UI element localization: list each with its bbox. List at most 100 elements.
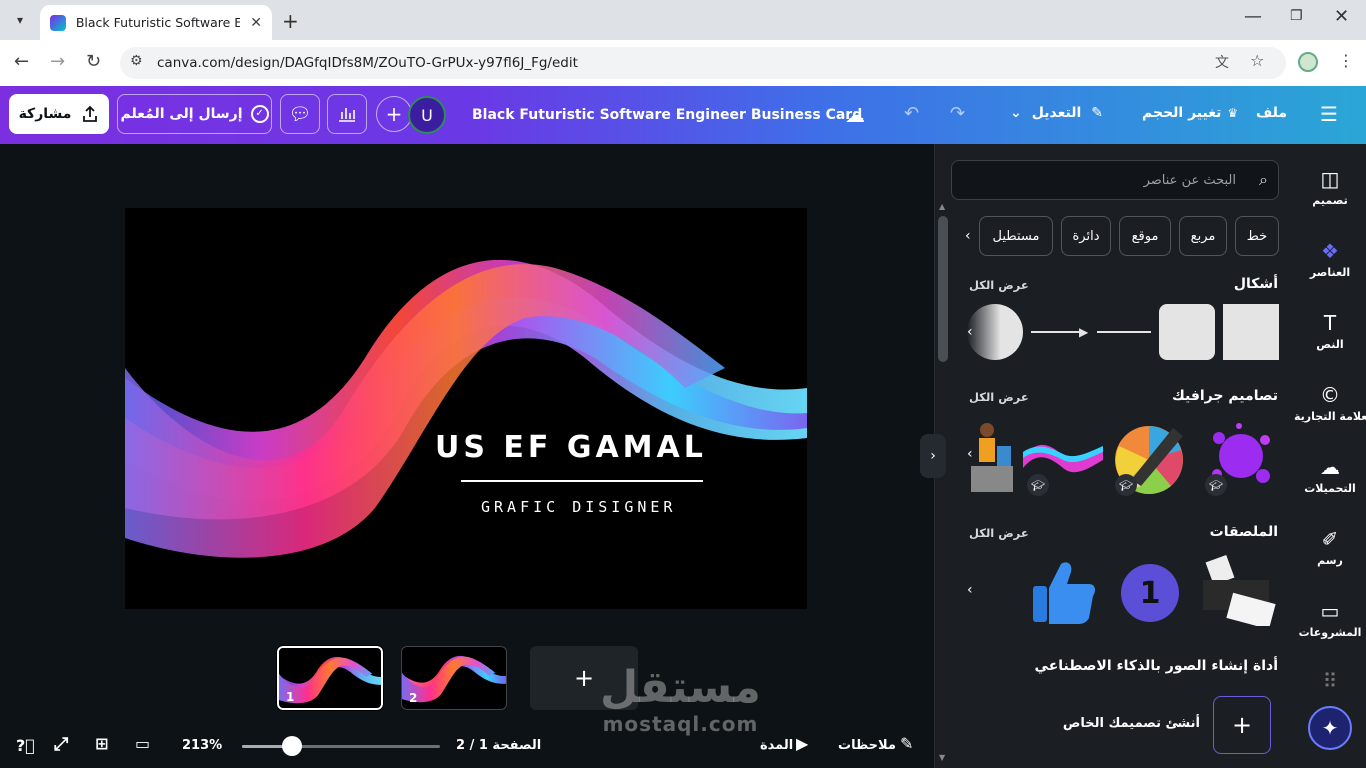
extension-icon[interactable] <box>1298 52 1318 72</box>
browser-menu-icon[interactable]: ⋮ <box>1338 51 1354 70</box>
add-collaborator-button[interactable]: + <box>376 96 412 132</box>
browser-tabstrip: ▾ Black Futuristic Software Engine ✕ + —… <box>0 0 1366 40</box>
rail-item-text[interactable]: T النص <box>1294 310 1366 351</box>
page-indicator[interactable]: الصفحة 1 / 2 <box>456 738 541 753</box>
magic-sparkle-button[interactable]: ✦ <box>1308 706 1352 750</box>
minimize-icon[interactable]: — <box>1244 6 1262 27</box>
shape-rounded-square[interactable] <box>1159 304 1215 360</box>
design-title[interactable]: Black Futuristic Software Engineer Busin… <box>472 107 862 123</box>
reload-icon[interactable]: ↻ <box>86 51 101 72</box>
bookmark-star-icon[interactable]: ☆ <box>1250 51 1264 70</box>
redo-icon[interactable]: ↷ <box>950 103 965 124</box>
rail-item-brand[interactable]: © العلامة التجارية <box>1294 382 1366 423</box>
notes-icon[interactable]: ✎ <box>900 734 913 753</box>
chip-line[interactable]: خط <box>1235 216 1279 256</box>
shape-circle[interactable] <box>967 304 1023 360</box>
shape-arrow-line[interactable] <box>1031 331 1085 333</box>
forward-icon[interactable]: → <box>50 51 65 72</box>
undo-icon[interactable]: ↶ <box>904 103 919 124</box>
card-name-text[interactable]: US EF GAMAL <box>435 430 707 465</box>
avatar[interactable]: U <box>408 96 446 134</box>
omnibox[interactable]: ⚙ canva.com/design/DAGfqIDfs8M/ZOuTO-GrP… <box>120 47 1286 79</box>
chevron-left-icon[interactable]: ‹ <box>967 446 973 462</box>
grid-view-icon[interactable]: ⊞ <box>95 734 108 753</box>
person-at-laptop-graphic[interactable] <box>967 416 1017 496</box>
page-thumbnail[interactable]: 1 <box>276 645 384 711</box>
panel-scrollbar[interactable]: ▲ ▼ <box>935 198 951 766</box>
thumbnail-wave-graphic <box>279 656 381 704</box>
chevron-left-icon[interactable]: ‹ <box>967 324 973 340</box>
card-divider-line[interactable] <box>461 480 703 482</box>
help-icon[interactable]: ?⃝ <box>16 736 35 755</box>
printer-sticker[interactable] <box>1199 554 1279 626</box>
shapes-see-all[interactable]: عرض الكل <box>969 278 1029 292</box>
back-icon[interactable]: ← <box>14 51 29 72</box>
new-tab-icon[interactable]: + <box>282 9 299 33</box>
shape-line[interactable] <box>1097 331 1151 333</box>
edit-mode-dropdown[interactable]: ⌄ التعديل ✎ <box>1010 105 1103 121</box>
graduation-cap-icon: 🎓︎ <box>1027 474 1049 496</box>
zoom-slider-knob[interactable] <box>281 736 302 756</box>
scroll-down-icon[interactable]: ▼ <box>939 753 945 762</box>
design-page[interactable]: US EF GAMAL GRAFIC DISIGNER <box>125 208 807 609</box>
collapse-panel-button[interactable]: › <box>920 434 946 478</box>
edit-label: التعديل <box>1031 105 1082 121</box>
bar-chart-icon <box>339 108 355 122</box>
search-input[interactable]: البحث عن عناصر ⌕ <box>951 160 1279 200</box>
resize-button[interactable]: تغيير الحجم ♛ <box>1142 105 1238 121</box>
rail-item-design[interactable]: ◫ تصميم <box>1294 166 1366 207</box>
play-icon[interactable]: ▶︎ <box>796 734 808 753</box>
fluid-wave-graphic[interactable] <box>125 208 807 609</box>
rail-item-uploads[interactable]: ☁ التحميلات <box>1294 454 1366 495</box>
thumbs-up-sticker[interactable] <box>1031 558 1097 626</box>
number-one-sticker[interactable]: 1 <box>1121 564 1179 622</box>
insights-button[interactable] <box>327 94 367 134</box>
browser-tab[interactable]: Black Futuristic Software Engine ✕ <box>40 5 272 40</box>
rail-label: التحميلات <box>1304 482 1356 495</box>
chevron-left-icon[interactable]: ‹ <box>965 228 971 244</box>
duration-label[interactable]: المدة <box>760 738 793 753</box>
close-tab-icon[interactable]: ✕ <box>250 15 262 31</box>
chip-circle[interactable]: دائرة <box>1061 216 1111 256</box>
fullscreen-icon[interactable]: ⤢ <box>54 734 68 755</box>
translate-icon[interactable]: 文 <box>1215 52 1229 72</box>
site-info-icon[interactable]: ⚙ <box>130 53 143 69</box>
create-your-own-button[interactable]: + <box>1213 696 1271 754</box>
draw-icon: ✐ <box>1321 527 1339 551</box>
scrollbar-thumb[interactable] <box>938 216 948 362</box>
rail-item-elements[interactable]: ❖ العناصر <box>1294 238 1366 279</box>
restore-icon[interactable]: ❐ <box>1290 8 1303 24</box>
tab-search-icon[interactable]: ▾ <box>8 8 32 32</box>
stickers-see-all[interactable]: عرض الكل <box>969 526 1029 540</box>
watermark-arabic: مستقل <box>600 662 761 713</box>
url-text[interactable]: canva.com/design/DAGfqIDfs8M/ZOuTO-GrPUx… <box>157 55 578 71</box>
send-to-teacher-button[interactable]: إرسال إلى المُعلم ✓ <box>117 94 272 134</box>
main-menu-icon[interactable]: ☰ <box>1320 102 1338 126</box>
comment-button[interactable]: 💬︎ <box>280 94 320 134</box>
chip-square[interactable]: مربع <box>1179 216 1227 256</box>
canva-favicon-icon <box>50 14 66 31</box>
graphics-see-all[interactable]: عرض الكل <box>969 390 1029 404</box>
page-view-icon[interactable]: ▭ <box>135 734 150 753</box>
page-thumbnail[interactable]: 2 <box>401 646 507 710</box>
rail-item-apps[interactable]: ⠿ <box>1294 668 1366 694</box>
shape-square[interactable] <box>1223 304 1279 360</box>
elements-panel: ▲ ▼ البحث عن عناصر ⌕ خط مربع موقع دائرة … <box>934 144 1294 768</box>
card-role-text[interactable]: GRAFIC DISIGNER <box>481 498 676 516</box>
share-button[interactable]: مشاركة <box>9 94 109 134</box>
zoom-percentage[interactable]: 213% <box>182 738 222 753</box>
create-your-own-label: أنشئ تصميمك الخاص <box>1062 716 1200 731</box>
zoom-slider[interactable] <box>242 745 440 748</box>
chevron-left-icon[interactable]: ‹ <box>967 582 973 598</box>
window-close-icon[interactable]: ✕ <box>1334 6 1349 27</box>
scroll-up-icon[interactable]: ▲ <box>939 202 945 211</box>
chip-rectangle[interactable]: مستطيل <box>979 216 1053 256</box>
chip-location[interactable]: موقع <box>1119 216 1171 256</box>
cloud-saved-icon[interactable]: ☁ <box>845 103 865 127</box>
resize-label: تغيير الحجم <box>1142 105 1222 121</box>
notes-label[interactable]: ملاحظات <box>838 738 896 753</box>
rail-label: تصميم <box>1312 194 1348 207</box>
rail-item-draw[interactable]: ✐ رسم <box>1294 526 1366 567</box>
rail-item-projects[interactable]: ▭ المشروعات <box>1294 598 1366 639</box>
file-menu-button[interactable]: ملف <box>1256 105 1287 121</box>
